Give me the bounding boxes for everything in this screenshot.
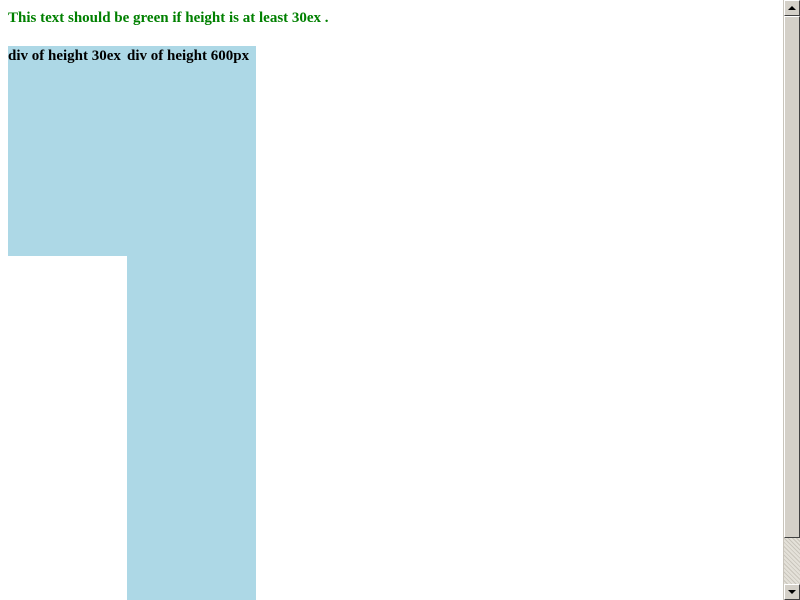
- div-height-30ex: div of height 30ex: [8, 46, 127, 256]
- div-height-30ex-label: div of height 30ex: [8, 48, 121, 64]
- vertical-scrollbar[interactable]: [783, 0, 800, 600]
- browser-viewport: This text should be green if height is a…: [0, 0, 800, 600]
- scroll-down-button[interactable]: [784, 584, 800, 600]
- page-content: This text should be green if height is a…: [0, 0, 783, 600]
- scroll-up-button[interactable]: [784, 0, 800, 16]
- arrow-down-icon: [788, 590, 796, 594]
- arrow-up-icon: [788, 6, 796, 10]
- scroll-thumb[interactable]: [784, 16, 800, 538]
- div-height-600px: div of height 600px: [127, 46, 256, 600]
- result-text: This text should be green if height is a…: [8, 10, 329, 26]
- scroll-track[interactable]: [784, 538, 800, 584]
- div-height-600px-label: div of height 600px: [127, 48, 250, 64]
